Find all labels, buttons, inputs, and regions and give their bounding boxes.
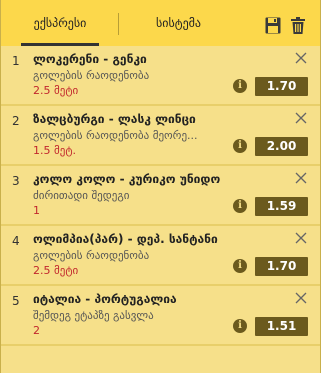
bet-pick: 1.5 მეტ. xyxy=(33,144,77,157)
info-icon[interactable]: i xyxy=(233,79,247,93)
bet-item: 1 ლოკერენი - გენკი გოლების რაოდენობა 2.5… xyxy=(1,46,320,106)
odds-button[interactable]: 2.00 xyxy=(255,137,308,156)
info-icon[interactable]: i xyxy=(233,199,247,213)
tab-system[interactable]: სისტემა xyxy=(131,0,226,46)
bet-event-title: ზალცბურგი - ლასკ ლინცი xyxy=(33,112,196,126)
bet-number: 1 xyxy=(12,54,20,68)
bet-number: 4 xyxy=(12,234,20,248)
tab-express[interactable]: ექსპრესი xyxy=(19,0,101,46)
bet-market: გოლების რაოდენობა მეორე... xyxy=(33,129,198,142)
bet-item: 3 კოლო კოლო - კურიკო უნიდო ძირითადი შედე… xyxy=(1,166,320,226)
trash-icon[interactable] xyxy=(291,17,305,34)
odds-button[interactable]: 1.51 xyxy=(255,317,308,336)
odds-button[interactable]: 1.59 xyxy=(255,197,308,216)
info-icon[interactable]: i xyxy=(233,139,247,153)
bet-market: ძირითადი შედეგი xyxy=(33,189,130,202)
bet-item: 5 იტალია - პორტუგალია შემდეგ ეტაპზე გასვ… xyxy=(1,286,320,346)
info-icon[interactable]: i xyxy=(233,319,247,333)
bet-pick: 2 xyxy=(33,324,40,337)
odds-button[interactable]: 1.70 xyxy=(255,77,308,96)
bet-pick: 2.5 მეტი xyxy=(33,264,79,277)
bet-event-title: ოლიმპია(პარ) - დეპ. სანტანი xyxy=(33,232,218,246)
bet-market: შემდეგ ეტაპზე გასვლა xyxy=(33,309,154,322)
bet-number: 2 xyxy=(12,114,20,128)
close-icon[interactable] xyxy=(295,112,307,124)
betslip-panel: ექსპრესი სისტემა 1 ლოკერენი - გენკი გოლე… xyxy=(0,0,321,373)
bet-pick: 2.5 მეტი xyxy=(33,84,79,97)
betslip-tabs: ექსპრესი სისტემა xyxy=(1,0,320,46)
bet-market: გოლების რაოდენობა xyxy=(33,69,150,82)
bet-item: 4 ოლიმპია(პარ) - დეპ. სანტანი გოლების რა… xyxy=(1,226,320,286)
bet-event-title: კოლო კოლო - კურიკო უნიდო xyxy=(33,172,221,186)
close-icon[interactable] xyxy=(295,172,307,184)
bet-market: გოლების რაოდენობა xyxy=(33,249,150,262)
bet-item: 2 ზალცბურგი - ლასკ ლინცი გოლების რაოდენო… xyxy=(1,106,320,166)
close-icon[interactable] xyxy=(295,232,307,244)
bet-event-title: ლოკერენი - გენკი xyxy=(33,52,147,66)
close-icon[interactable] xyxy=(295,292,307,304)
bet-pick: 1 xyxy=(33,204,40,217)
bet-number: 5 xyxy=(12,294,20,308)
tab-divider xyxy=(118,13,119,35)
bet-list: 1 ლოკერენი - გენკი გოლების რაოდენობა 2.5… xyxy=(1,46,320,373)
bet-number: 3 xyxy=(12,174,20,188)
save-icon[interactable] xyxy=(265,17,281,34)
odds-button[interactable]: 1.70 xyxy=(255,257,308,276)
close-icon[interactable] xyxy=(295,52,307,64)
bet-event-title: იტალია - პორტუგალია xyxy=(33,292,177,306)
info-icon[interactable]: i xyxy=(233,259,247,273)
